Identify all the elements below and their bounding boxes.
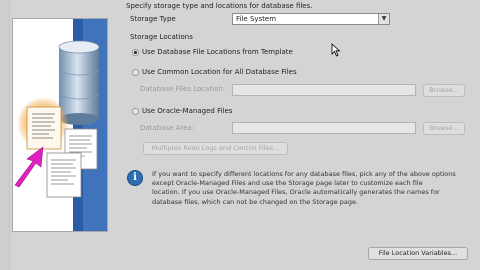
option-oracle-managed-label[interactable]: Use Oracle-Managed Files xyxy=(142,107,232,116)
radio-template-locations[interactable] xyxy=(132,49,139,56)
info-line: database files, which can not be changed… xyxy=(152,197,359,206)
left-edge xyxy=(0,0,10,270)
storage-locations-label: Storage Locations xyxy=(130,33,193,41)
database-area-label: Database Area: xyxy=(140,124,195,132)
radio-oracle-managed[interactable] xyxy=(132,108,139,115)
storage-illustration xyxy=(12,18,108,232)
browse-files-location-button[interactable]: Browse... xyxy=(423,84,465,97)
info-message: If you want to specify different locatio… xyxy=(152,170,470,207)
database-area-field[interactable] xyxy=(232,122,416,134)
browse-database-area-button[interactable]: Browse... xyxy=(423,122,465,135)
mouse-cursor-icon xyxy=(331,43,341,57)
database-files-graphic xyxy=(13,19,107,231)
info-line: If you want to specify different locatio… xyxy=(152,170,456,178)
info-icon: i xyxy=(127,170,143,186)
info-line: except Oracle-Managed Files and use the … xyxy=(152,179,423,188)
storage-type-value: File System xyxy=(236,15,277,23)
multiplex-redo-logs-button[interactable]: Multiplex Redo Logs and Control Files... xyxy=(143,142,288,155)
database-files-location-field[interactable] xyxy=(232,84,416,96)
dialog-window: Specify storage type and locations for d… xyxy=(0,0,480,270)
option-common-location-label[interactable]: Use Common Location for All Database Fil… xyxy=(142,68,297,77)
info-line: location. If you use Oracle-Managed File… xyxy=(152,188,440,197)
chevron-down-icon[interactable]: ▼ xyxy=(378,14,389,24)
storage-type-label: Storage Type xyxy=(130,15,176,23)
storage-type-select[interactable]: File System ▼ xyxy=(232,13,390,25)
database-files-location-label: Database Files Location: xyxy=(140,85,226,93)
page-description: Specify storage type and locations for d… xyxy=(126,2,313,10)
file-location-variables-button[interactable]: File Location Variables... xyxy=(368,247,468,260)
option-template-locations-label[interactable]: Use Database File Locations from Templat… xyxy=(142,48,293,57)
radio-common-location[interactable] xyxy=(132,69,139,76)
